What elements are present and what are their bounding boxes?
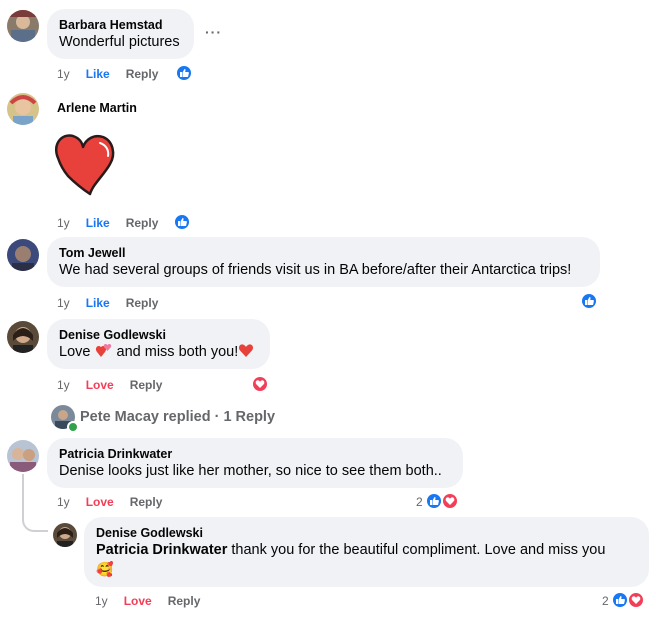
comment-text-part: Love: [59, 344, 95, 360]
reaction-count[interactable]: 2: [602, 593, 609, 609]
comment-time[interactable]: 1y: [57, 377, 70, 393]
reply-button[interactable]: Reply: [168, 593, 201, 609]
reply-button[interactable]: Reply: [130, 377, 163, 393]
thumbs-up-icon[interactable]: [580, 292, 598, 310]
commenter-name[interactable]: Denise Godlewski: [96, 525, 637, 541]
comment-text: Denise looks just like her mother, so ni…: [59, 463, 442, 479]
heart-sticker: [50, 130, 120, 205]
comment-text-part: and miss both you!: [112, 344, 239, 360]
commenter-name[interactable]: Tom Jewell: [59, 245, 588, 261]
online-status-dot: [67, 421, 79, 433]
comment-bubble: Denise Godlewski Love and miss both you!: [47, 319, 270, 369]
comment-time[interactable]: 1y: [57, 215, 70, 231]
avatar-denise-reply[interactable]: [53, 523, 77, 547]
comment-text: Love and miss both you!: [59, 343, 258, 362]
comment-bubble: Patricia Drinkwater Denise looks just li…: [47, 438, 463, 488]
avatar-denise[interactable]: [7, 321, 39, 353]
commenter-name[interactable]: Barbara Hemstad: [59, 17, 182, 33]
love-button[interactable]: Love: [86, 494, 114, 510]
reply-bubble: Denise Godlewski Patricia Drinkwater tha…: [84, 517, 649, 587]
reply-button[interactable]: Reply: [126, 66, 159, 82]
love-button[interactable]: Love: [86, 377, 114, 393]
avatar-barbara[interactable]: [7, 10, 39, 42]
comment-text: Wonderful pictures: [59, 34, 180, 50]
comment-bubble: Tom Jewell We had several groups of frie…: [47, 237, 600, 287]
two-hearts-icon: [96, 343, 112, 357]
thread-connector: [22, 510, 48, 532]
smiling-face-with-hearts-icon: 🥰: [96, 561, 114, 577]
commenter-name[interactable]: Denise Godlewski: [59, 327, 258, 343]
mention-link[interactable]: Patricia Drinkwater: [96, 542, 227, 558]
avatar-tom[interactable]: [7, 239, 39, 271]
comment-text: We had several groups of friends visit u…: [59, 262, 572, 278]
reply-text-part: thank you for the beautiful compliment. …: [227, 542, 606, 558]
heart-icon[interactable]: [251, 375, 269, 393]
commenter-name[interactable]: Arlene Martin: [57, 100, 137, 116]
reply-button[interactable]: Reply: [126, 215, 159, 231]
reply-button[interactable]: Reply: [126, 295, 159, 311]
like-button[interactable]: Like: [86, 215, 110, 231]
like-button[interactable]: Like: [86, 66, 110, 82]
avatar-arlene[interactable]: [7, 93, 39, 125]
thumbs-up-icon[interactable]: [173, 213, 191, 231]
reply-button[interactable]: Reply: [130, 494, 163, 510]
like-button[interactable]: Like: [86, 295, 110, 311]
comment-bubble: Barbara Hemstad Wonderful pictures: [47, 9, 194, 59]
reaction-count[interactable]: 2: [416, 494, 423, 510]
reply-text: Patricia Drinkwater thank you for the be…: [96, 541, 637, 560]
comment-time[interactable]: 1y: [57, 66, 70, 82]
more-options-icon[interactable]: ···: [205, 24, 222, 40]
thumbs-up-icon[interactable]: [175, 64, 193, 82]
love-button[interactable]: Love: [124, 593, 152, 609]
view-replies-link[interactable]: Pete Macay replied · 1 Reply: [80, 409, 275, 425]
heart-icon[interactable]: [627, 591, 645, 609]
avatar-patricia[interactable]: [7, 440, 39, 472]
heart-emoji-icon: [239, 344, 254, 357]
heart-icon[interactable]: [441, 492, 459, 510]
commenter-name[interactable]: Patricia Drinkwater: [59, 446, 451, 462]
comment-time[interactable]: 1y: [57, 494, 70, 510]
comment-time[interactable]: 1y: [57, 295, 70, 311]
comment-time[interactable]: 1y: [95, 593, 108, 609]
